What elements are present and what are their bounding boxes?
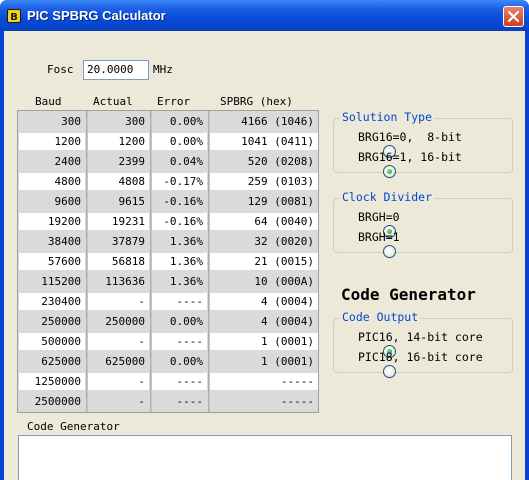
table-cell-spbrg: 4 (0004) [210, 293, 318, 310]
app-window: B PIC SPBRG Calculator Fosc 20.0000 MHz … [0, 0, 529, 480]
table-cell-spbrg: 10 (000A) [254, 275, 314, 288]
table-cell-actual: 19231 [88, 213, 149, 230]
client-area: Fosc 20.0000 MHz Baud Actual Error SPBRG… [4, 31, 525, 480]
table-cell-error: 0.00% [169, 315, 203, 328]
solution-type-title: Solution Type [340, 110, 435, 124]
header-error: Error [157, 95, 191, 108]
radio-brgh-1[interactable]: BRGH=1 [341, 230, 400, 287]
radio-button[interactable] [382, 245, 396, 258]
table-cell-spbrg: 1 (0001) [210, 333, 318, 350]
table-cell-actual: - [88, 373, 149, 390]
table-cell-actual: 4808 [88, 173, 149, 190]
table-cell-baud: 500000 [19, 333, 85, 350]
table-cell-actual: 250000 [105, 315, 145, 328]
table-cell-spbrg: 64 (0040) [210, 213, 318, 230]
header-actual: Actual [93, 95, 133, 108]
table-cell-actual: 9615 [118, 195, 146, 208]
table-cell-baud: 1250000 [19, 373, 85, 390]
table-cell-error: 0.00% [169, 355, 203, 368]
window-title: PIC SPBRG Calculator [27, 8, 166, 23]
table-cell-error: 0.00% [152, 133, 207, 150]
table-cell-baud: 230400 [19, 293, 85, 310]
table-cell-baud: 4800 [19, 173, 85, 190]
table-cell-spbrg: 4166 (1046) [241, 115, 314, 128]
table-cell-spbrg: 1041 (0411) [210, 133, 318, 150]
title-bar[interactable]: B PIC SPBRG Calculator [0, 0, 529, 31]
svg-text:B: B [10, 12, 18, 23]
clock-divider-title: Clock Divider [340, 190, 435, 204]
table-cell-error: 1.36% [152, 253, 207, 270]
table-cell-actual: - [88, 293, 149, 310]
code-generator-heading: Code Generator [341, 285, 476, 304]
table-cell-baud: 625000 [41, 355, 81, 368]
table-cell-baud: 115200 [41, 275, 81, 288]
table-cell-error: 0.00% [169, 115, 203, 128]
table-cell-baud: 9600 [54, 195, 82, 208]
close-button[interactable] [503, 6, 524, 27]
table-cell-spbrg: ----- [210, 373, 318, 390]
table-cell-error: -0.17% [152, 173, 207, 190]
header-spbrg: SPBRG (hex) [220, 95, 293, 108]
table-cell-spbrg: 1 (0001) [261, 355, 314, 368]
code-generator-label: Code Generator [27, 420, 120, 433]
table-cell-actual: 1200 [88, 133, 149, 150]
table-cell-spbrg: 4 (0004) [261, 315, 314, 328]
table-cell-actual: 113636 [105, 275, 145, 288]
table-cell-baud: 19200 [19, 213, 85, 230]
baud-table[interactable]: 300 300 0.00% 4166 (1046) 1200 1200 0.00% 1041 … [17, 110, 319, 413]
header-baud: Baud [35, 95, 62, 108]
radio-pic18[interactable]: PIC18, 16-bit core [341, 350, 483, 407]
table-cell-actual: 56818 [88, 253, 149, 270]
table-cell-spbrg: 259 (0103) [210, 173, 318, 190]
table-cell-spbrg: ----- [280, 395, 314, 408]
table-cell-spbrg: 520 (0208) [247, 155, 314, 168]
table-cell-baud: 300 [61, 115, 81, 128]
table-cell-actual: 625000 [105, 355, 145, 368]
table-cell-actual: - [88, 333, 149, 350]
table-cell-error: ---- [152, 373, 207, 390]
table-cell-error: ---- [152, 333, 207, 350]
table-cell-error: ---- [152, 293, 207, 310]
table-cell-baud: 250000 [41, 315, 81, 328]
table-cell-baud: 38400 [47, 235, 81, 248]
radio-button[interactable] [382, 165, 396, 178]
fosc-input[interactable]: 20.0000 [83, 60, 149, 80]
table-cell-actual: 2399 [118, 155, 146, 168]
fosc-label: Fosc [47, 63, 74, 76]
radio-label: PIC16, 14-bit core [358, 330, 483, 344]
table-cell-baud: 2500000 [34, 395, 81, 408]
table-cell-baud: 57600 [19, 253, 85, 270]
radio-button[interactable] [382, 365, 396, 378]
radio-label: PIC18, 16-bit core [358, 350, 483, 364]
radio-label: BRGH=0 [358, 210, 400, 224]
close-icon [508, 11, 519, 22]
table-cell-spbrg: 32 (0020) [254, 235, 314, 248]
table-cell-spbrg: 21 (0015) [210, 253, 318, 270]
table-cell-baud: 2400 [54, 155, 82, 168]
table-cell-error: -0.16% [163, 195, 203, 208]
radio-label: BRGH=1 [358, 230, 400, 244]
table-cell-error: 0.04% [169, 155, 203, 168]
app-icon: B [7, 9, 21, 23]
table-cell-actual: - [138, 395, 145, 408]
code-output-title: Code Output [340, 310, 421, 324]
table-cell-spbrg: 129 (0081) [247, 195, 314, 208]
table-cell-baud: 1200 [19, 133, 85, 150]
fosc-unit: MHz [153, 63, 173, 76]
table-cell-actual: 37879 [111, 235, 145, 248]
table-cell-error: 1.36% [169, 275, 203, 288]
table-cell-error: -0.16% [152, 213, 207, 230]
radio-label: BRG16=1, 16-bit [358, 150, 462, 164]
table-cell-error: ---- [176, 395, 204, 408]
table-cell-actual: 300 [125, 115, 145, 128]
table-cell-error: 1.36% [169, 235, 203, 248]
code-generator-textarea[interactable] [18, 435, 512, 480]
radio-label: BRG16=0, 8-bit [358, 130, 462, 144]
